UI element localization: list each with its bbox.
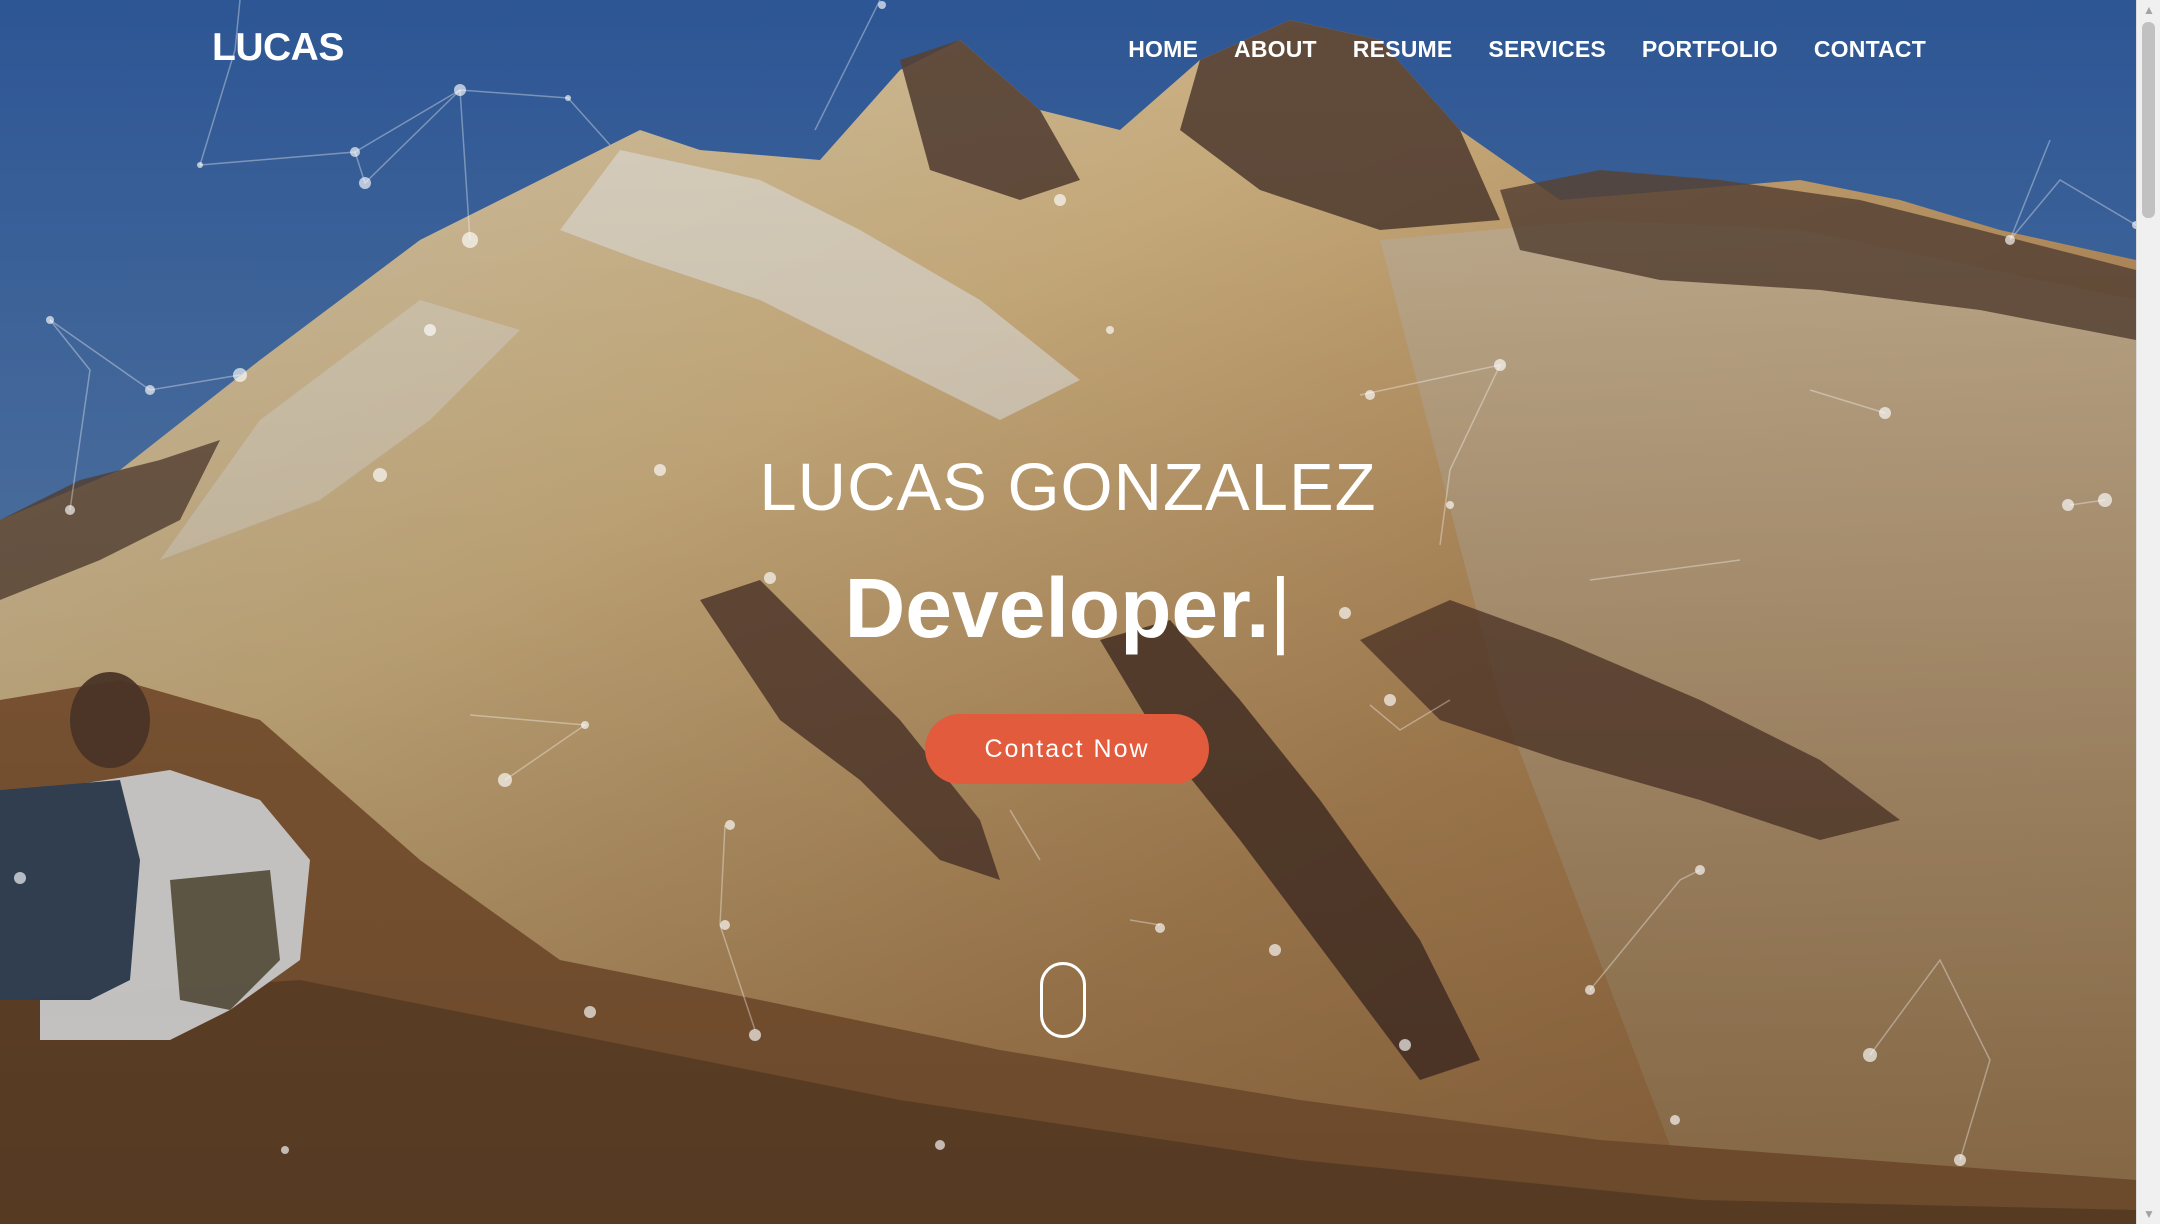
nav-link-portfolio[interactable]: PORTFOLIO — [1642, 36, 1778, 63]
nav-link-home[interactable]: HOME — [1128, 36, 1198, 63]
hero-role-typed: Developer.| — [0, 560, 2136, 657]
page-scrollbar[interactable]: ▲ ▼ — [2136, 0, 2160, 1224]
hero-name: LUCAS GONZALEZ — [759, 450, 1377, 525]
scroll-up-arrow-icon[interactable]: ▲ — [2137, 0, 2160, 20]
nav-link-resume[interactable]: RESUME — [1353, 36, 1453, 63]
nav-link-services[interactable]: SERVICES — [1488, 36, 1606, 63]
hero-section: LUCAS HOME ABOUT RESUME SERVICES PORTFOL… — [0, 0, 2136, 1224]
main-nav: HOME ABOUT RESUME SERVICES PORTFOLIO CON… — [1128, 36, 1926, 63]
brand-logo[interactable]: LUCAS — [212, 26, 344, 70]
nav-link-contact[interactable]: CONTACT — [1814, 36, 1926, 63]
nav-link-about[interactable]: ABOUT — [1234, 36, 1317, 63]
hero-role-text: Developer. — [844, 561, 1270, 655]
contact-now-button[interactable]: Contact Now — [925, 714, 1209, 784]
scrollbar-thumb[interactable] — [2142, 22, 2155, 218]
typing-caret: | — [1269, 561, 1292, 655]
mouse-scroll-icon[interactable] — [1040, 962, 1086, 1038]
scroll-down-arrow-icon[interactable]: ▼ — [2137, 1204, 2160, 1224]
